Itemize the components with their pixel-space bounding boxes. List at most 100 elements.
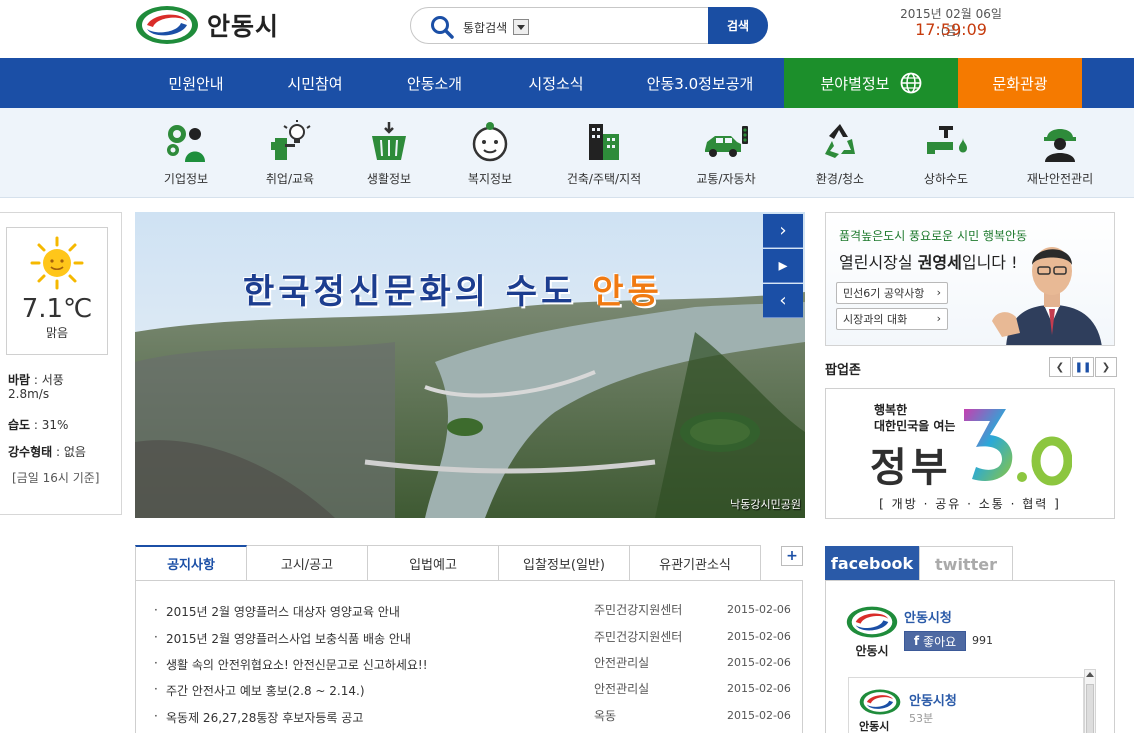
nav-item-news[interactable]: 시정소식 [496,58,616,108]
search-scope-label: 통합검색 [463,20,508,35]
facebook-widget: 안동시 안동시청 f 좋아요 991 안동시 안동시청 53분 [825,580,1115,733]
search-button[interactable]: 검색 [708,7,768,44]
category-water[interactable]: 상하수도 [901,120,991,187]
notice-title[interactable]: 2015년 2월 영양플러스사업 보충식품 배송 안내 [154,630,411,647]
weather-condition: 맑음 [45,326,69,340]
category-education[interactable]: 취업/교육 [245,120,335,187]
notice-dept: 안전관리실 [594,656,650,670]
tab-legislation[interactable]: 입법예고 [368,545,499,581]
tab-twitter[interactable]: twitter [919,546,1013,581]
water-icon [927,126,967,154]
weather-basis: [금일 16시 기준] [12,471,100,485]
fb-page-name[interactable]: 안동시청 [904,607,952,626]
notice-title[interactable]: 주간 안전사고 예보 홍보(2.8 ~ 2.14.) [154,682,364,699]
category-business[interactable]: 기업정보 [141,120,231,187]
fb-scrollbar[interactable] [1084,669,1096,733]
nav-item-field-info[interactable]: 분야별정보 [784,58,958,108]
category-label: 복지정보 [467,172,513,186]
category-safety[interactable]: 재난안전관리 [1015,120,1105,187]
mayor-box: 품격높은도시 풍요로운 시민 행복안동 열린시장실 권영세입니다 ! 민선6기 … [825,212,1115,346]
recycle-icon [825,124,855,158]
business-icon [167,125,205,162]
mayor-name: 권영세 [917,253,962,272]
nav-item-about[interactable]: 안동소개 [373,58,496,108]
category-welfare[interactable]: 복지정보 [445,120,535,187]
popup-next-button[interactable]: ❯ [1095,357,1117,377]
category-life[interactable]: 생활정보 [344,120,434,187]
rain-value: : 없음 [52,445,86,459]
notice-date: 2015-02-06 [727,709,791,722]
notice-title[interactable]: 생활 속의 안전위협요소! 안전신문고로 신고하세요!! [154,656,428,673]
tab-facebook[interactable]: facebook [825,546,919,581]
fb-logo-label: 안동시 [855,644,889,658]
nav-item-open-info[interactable]: 안동3.0정보공개 [616,58,784,108]
popup-prev-button[interactable]: ❮ [1049,357,1071,377]
wind-value: : 서풍 [30,373,64,387]
fb-page-logo[interactable]: 안동시 [846,605,898,661]
site-logo[interactable]: 안동시 [135,5,279,45]
rain-info: 강수형태 : 없음 [8,443,86,460]
banner-prev-button[interactable]: ‹ [763,284,803,318]
fb-post-author[interactable]: 안동시청 [909,690,957,709]
scroll-up-icon[interactable] [1086,672,1094,677]
humidity-info: 습도 : 31% [8,416,68,433]
category-label: 취업/교육 [265,172,315,186]
notice-tabs: 공지사항 고시/공고 입법예고 입찰정보(일반) 유관기관소식 [135,545,761,581]
search-scope-select[interactable]: 통합검색 [463,17,530,37]
tab-announcement[interactable]: 고시/공고 [247,545,368,581]
popup-pause-button[interactable]: ❚❚ [1072,357,1094,377]
basket-icon [372,122,406,160]
popup-banner[interactable]: 행복한 대한민국을 여는 정부 [ 개방 · 공유 · 소통 · 협력 ] [825,388,1115,519]
helmet-icon [1044,129,1076,162]
banner-title-highlight: 안동 [592,272,663,312]
fb-post-logo-label: 안동시 [859,720,890,733]
tab-notice[interactable]: 공지사항 [135,545,247,581]
more-notices-button[interactable]: + [781,546,803,566]
banner-title-main: 한국정신문화의 수도 [243,272,593,312]
fb-post[interactable]: 안동시 안동시청 53분 [848,677,1084,733]
notice-dept: 옥동 [594,709,617,723]
chevron-down-icon [513,19,530,35]
temperature: 7.1℃ [21,294,93,324]
weather-box: 7.1℃ 맑음 [6,227,108,355]
mayor-title-pre: 열린시장실 [839,253,918,272]
category-traffic[interactable]: 교통/자동차 [681,120,771,187]
site-logo-text: 안동시 [207,12,280,41]
category-environment[interactable]: 환경/청소 [795,120,885,187]
main-banner[interactable]: 한국정신문화의 수도 안동 › ▸ ‹ 낙동강시민공원 [135,212,805,518]
nav-item-civil[interactable]: 민원안내 [135,58,257,108]
tab-related-news[interactable]: 유관기관소식 [630,545,761,581]
nav-item-culture[interactable]: 문화관광 [958,58,1082,108]
notice-title[interactable]: 2015년 2월 영양플러스 대상자 영양교육 안내 [154,603,400,620]
city-aerial-photo [135,212,805,518]
pledge-button[interactable]: 민선6기 공약사항 › [836,282,948,304]
fb-like-count: 991 [972,634,993,647]
mayor-dialogue-button[interactable]: 시장과의 대화 › [836,308,948,330]
notice-date: 2015-02-06 [727,630,791,643]
banner-next-button[interactable]: › [763,214,803,248]
nav-item-participation[interactable]: 시민참여 [257,58,373,108]
fb-like-button[interactable]: f 좋아요 [904,631,966,651]
fb-post-time: 53분 [909,712,934,725]
scroll-thumb[interactable] [1086,684,1094,733]
facebook-icon: f [913,634,920,648]
weather-panel: 7.1℃ 맑음 바람 : 서풍 2.8m/s 습도 : 31% 강수형태 : 없… [0,212,122,515]
notice-row[interactable]: 2015년 2월 영양플러스 대상자 영양교육 안내 주민건강지원센터 2015… [154,603,796,621]
category-building[interactable]: 건축/주택/지적 [559,120,649,187]
gov-banner-word: 정부 [870,445,952,491]
notice-row[interactable]: 생활 속의 안전위협요소! 안전신문고로 신고하세요!! 안전관리실 2015-… [154,656,796,674]
education-icon [271,120,311,160]
notice-date: 2015-02-06 [727,603,791,616]
notice-row[interactable]: 옥동제 26,27,28통장 후보자등록 공고 옥동 2015-02-06 [154,709,796,727]
search-icon [431,16,454,39]
tab-bid[interactable]: 입찰정보(일반) [499,545,630,581]
notice-date: 2015-02-06 [727,682,791,695]
notice-row[interactable]: 2015년 2월 영양플러스사업 보충식품 배송 안내 주민건강지원센터 201… [154,630,796,648]
rain-label: 강수형태 [8,445,53,459]
notice-row[interactable]: 주간 안전사고 예보 홍보(2.8 ~ 2.14.) 안전관리실 2015-02… [154,682,796,700]
notice-title[interactable]: 옥동제 26,27,28통장 후보자등록 공고 [154,709,363,726]
sun-icon [30,236,84,290]
notice-dept: 주민건강지원센터 [594,603,683,617]
banner-play-button[interactable]: ▸ [763,249,803,283]
notice-dept: 주민건강지원센터 [594,630,683,644]
